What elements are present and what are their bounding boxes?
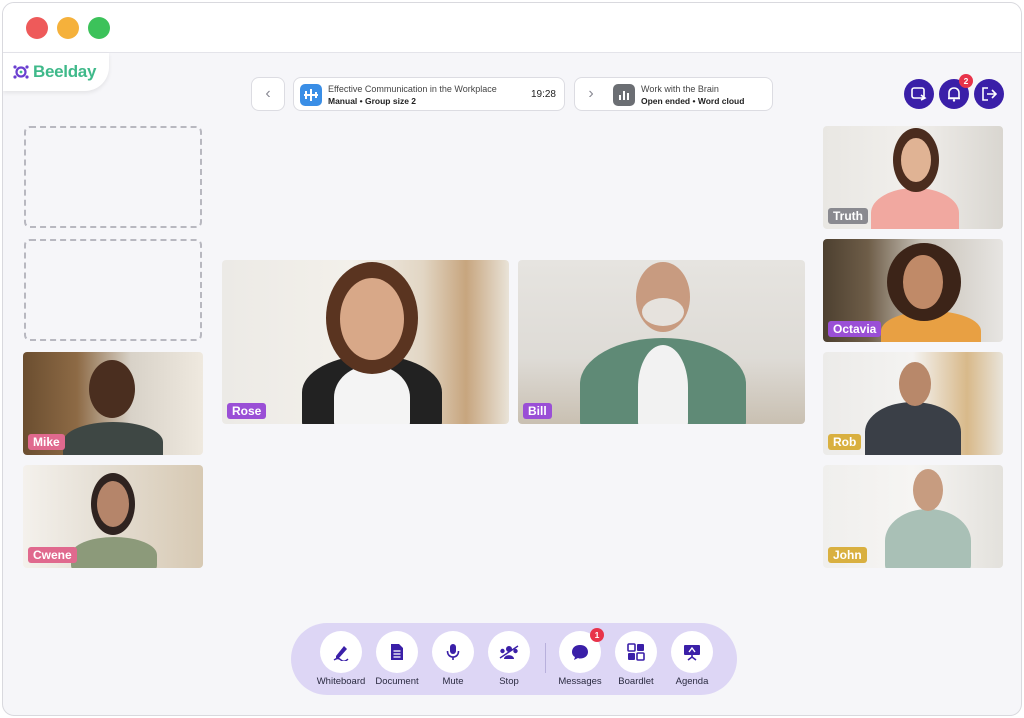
next-session-mode: Open ended	[641, 96, 691, 106]
video-tile-octavia[interactable]: Octavia	[823, 239, 1003, 342]
participant-figure	[63, 422, 163, 455]
participant-name-label: Truth	[828, 208, 868, 224]
participant-name-label: Bill	[523, 403, 552, 419]
participant-tshirt	[638, 345, 688, 424]
app-window: Beelday ‹ Effective Communication in the…	[2, 2, 1022, 716]
window-titlebar	[3, 3, 1021, 53]
messages-tool[interactable]: 1	[559, 628, 604, 673]
window-maximize-button[interactable]	[88, 17, 110, 39]
participant-name-label: John	[828, 547, 867, 563]
app-logo: Beelday	[3, 53, 109, 91]
empty-video-slot[interactable]	[24, 239, 202, 341]
stop-button[interactable]: Stop	[479, 631, 539, 687]
current-session-meta: Manual • Group size 2	[328, 96, 416, 106]
document-button[interactable]: Document	[367, 631, 427, 687]
switch-view-button[interactable]	[904, 79, 934, 109]
whiteboard-button[interactable]: Whiteboard	[311, 631, 371, 687]
bell-icon	[948, 86, 960, 102]
chat-bubble-icon	[572, 644, 588, 660]
boardlet-grid-icon	[627, 643, 645, 661]
notifications-button[interactable]: 2	[939, 74, 973, 109]
participant-face	[901, 138, 931, 182]
participant-face	[913, 469, 943, 511]
mute-label: Mute	[442, 676, 464, 687]
participant-beard	[642, 298, 684, 326]
app-name: Beelday	[33, 62, 97, 81]
current-session-mode: Manual	[328, 96, 358, 106]
next-session-card[interactable]: Work with the Brain Open ended • Word cl…	[607, 77, 773, 111]
next-session-title: Work with the Brain	[641, 84, 719, 94]
mute-tool[interactable]	[432, 631, 474, 673]
document-icon	[391, 644, 403, 660]
empty-video-slot[interactable]	[24, 126, 202, 228]
chevron-left-icon: ‹	[265, 85, 271, 102]
toolbar-divider	[545, 643, 546, 673]
session-activity-icon	[300, 84, 322, 106]
next-session-type: Word cloud	[697, 96, 745, 106]
current-session-title: Effective Communication in the Workplace	[328, 84, 497, 94]
previous-session-button[interactable]: ‹	[251, 77, 285, 111]
participant-name-label: Rose	[227, 403, 267, 419]
window-close-button[interactable]	[26, 17, 48, 39]
microphone-icon	[446, 644, 460, 660]
meeting-toolbar: Whiteboard Document Mute Stop 1 Messages…	[291, 623, 737, 695]
agenda-button[interactable]: Agenda	[662, 631, 722, 687]
boardlet-button[interactable]: Boardlet	[606, 631, 666, 687]
stop-label: Stop	[499, 676, 519, 687]
boardlet-label: Boardlet	[618, 676, 654, 687]
presentation-board-icon	[684, 645, 700, 661]
participant-name-label: Octavia	[828, 321, 882, 337]
leave-button[interactable]	[974, 79, 1004, 109]
participant-face	[340, 278, 404, 360]
participant-name-label: Mike	[28, 434, 65, 450]
participant-face	[903, 255, 943, 309]
bar-chart-icon	[613, 84, 635, 106]
document-tool[interactable]	[376, 631, 418, 673]
video-tile-cwene[interactable]: Cwene	[23, 465, 203, 568]
next-session-meta: Open ended • Word cloud	[641, 96, 744, 106]
whiteboard-label: Whiteboard	[316, 676, 366, 687]
video-tile-mike[interactable]: Mike	[23, 352, 203, 455]
mute-button[interactable]: Mute	[423, 631, 483, 687]
video-tile-rose[interactable]: Rose	[222, 260, 509, 424]
whiteboard-tool[interactable]	[320, 631, 362, 673]
participant-face	[899, 362, 931, 406]
boardlet-tool[interactable]	[615, 631, 657, 673]
participant-face	[89, 360, 135, 418]
participant-face	[97, 481, 129, 527]
participant-shirt	[885, 509, 971, 568]
video-tile-rob[interactable]: Rob	[823, 352, 1003, 455]
participant-name-label: Rob	[828, 434, 862, 450]
document-label: Document	[375, 676, 419, 687]
window-minimize-button[interactable]	[57, 17, 79, 39]
messages-label: Messages	[558, 676, 602, 687]
switch-screen-icon	[911, 87, 927, 101]
messages-button[interactable]: 1 Messages	[550, 628, 610, 687]
stop-tool[interactable]	[488, 631, 530, 673]
agenda-tool[interactable]	[671, 631, 713, 673]
exit-icon	[982, 87, 997, 101]
current-session-group: Group size 2	[365, 96, 417, 106]
video-tile-bill[interactable]: Bill	[518, 260, 805, 424]
agenda-label: Agenda	[675, 676, 709, 687]
chevron-right-icon: ›	[588, 85, 594, 102]
messages-count-badge: 1	[590, 628, 604, 642]
participant-shirt	[865, 402, 961, 455]
video-tile-john[interactable]: John	[823, 465, 1003, 568]
current-session-card[interactable]: Effective Communication in the Workplace…	[293, 77, 565, 111]
notification-count-badge: 2	[959, 74, 973, 88]
participant-figure	[71, 537, 157, 568]
beelday-logo-icon	[13, 65, 29, 79]
group-stop-icon	[499, 645, 519, 659]
next-session-button[interactable]: ›	[574, 77, 608, 111]
participant-name-label: Cwene	[28, 547, 77, 563]
video-tile-truth[interactable]: Truth	[823, 126, 1003, 229]
pen-icon	[333, 646, 349, 661]
session-timer: 19:28	[530, 89, 556, 100]
